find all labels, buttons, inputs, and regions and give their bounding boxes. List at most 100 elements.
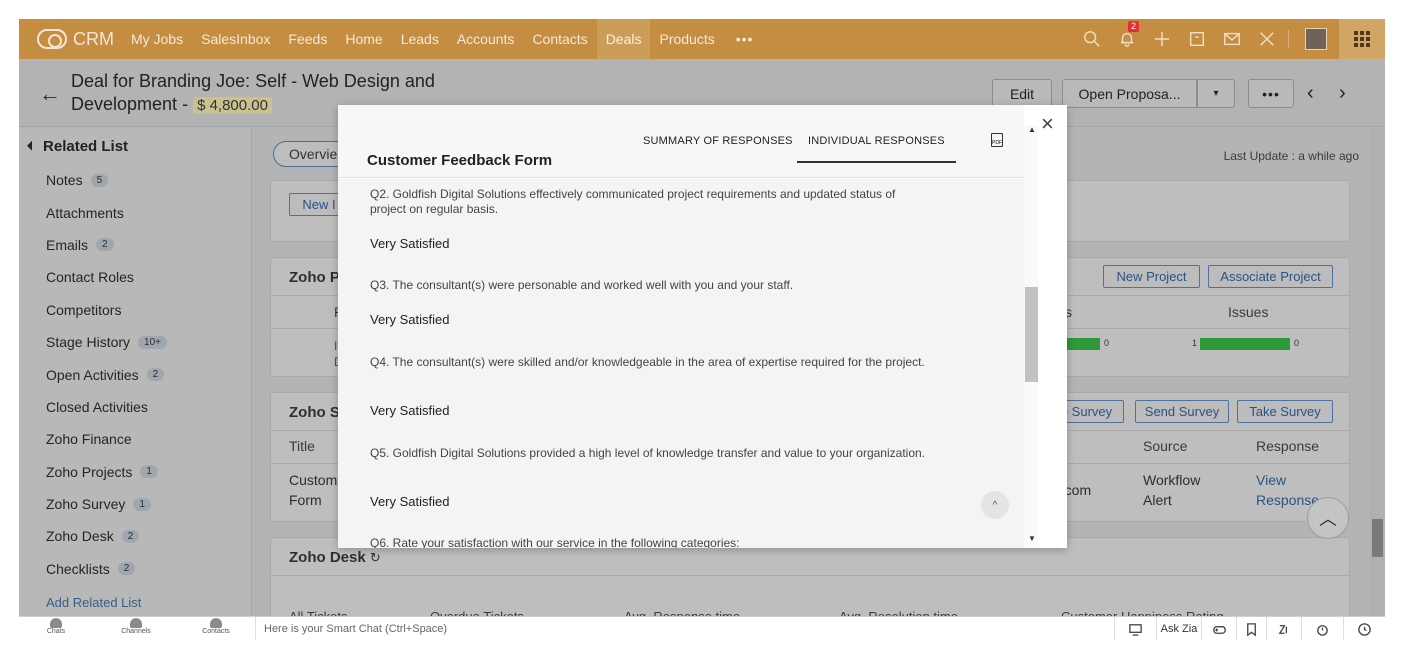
scroll-to-top-button[interactable]: ︿ [1307, 497, 1349, 539]
tab-summary-of-responses[interactable]: SUMMARY OF RESPONSES [643, 135, 793, 147]
tools-icon[interactable] [1249, 19, 1284, 59]
question-text: Q5. Goldfish Digital Solutions provided … [370, 446, 925, 460]
modal-scrollbar-thumb[interactable] [1025, 287, 1038, 382]
column-header-source: Source [1143, 438, 1188, 454]
scroll-down-arrow-icon[interactable]: ▼ [1028, 534, 1036, 543]
new-project-button[interactable]: New Project [1103, 265, 1200, 288]
count-badge: 10+ [138, 335, 168, 349]
ask-zia-button[interactable]: Ask Zia [1156, 617, 1201, 640]
sidebar-item-label: Zoho Desk [46, 528, 114, 545]
bookmark-icon[interactable] [1236, 617, 1266, 640]
answer-text: Very Satisfied [370, 494, 450, 509]
associate-project-button[interactable]: Associate Project [1208, 265, 1333, 288]
brand-name: CRM [73, 28, 114, 49]
crm-logo-icon [37, 29, 67, 49]
nav-item-accounts[interactable]: Accounts [448, 19, 524, 59]
sidebar-item-zoho-finance[interactable]: Zoho Finance [19, 423, 251, 455]
responses-body: Q2. Goldfish Digital Solutions effective… [338, 179, 1024, 548]
more-actions-button[interactable]: ••• [1248, 79, 1294, 108]
nav-item-contacts[interactable]: Contacts [523, 19, 596, 59]
open-proposal-button[interactable]: Open Proposa... [1062, 79, 1197, 108]
contacts-icon [210, 618, 222, 628]
refresh-icon[interactable]: ↻ [370, 550, 381, 565]
smart-chat-input[interactable]: Here is your Smart Chat (Ctrl+Space) [255, 617, 1075, 640]
zoho-survey-title: Zoho S [289, 404, 340, 421]
nav-item-products[interactable]: Products [650, 19, 723, 59]
page-scrollbar[interactable] [1370, 128, 1385, 616]
column-header-response: Response [1256, 438, 1320, 454]
sidebar-item-contact-roles[interactable]: Contact Roles [19, 261, 251, 293]
sidebar-item-label: Open Activities [46, 366, 139, 383]
sidebar-item-notes[interactable]: Notes 5 [19, 164, 251, 196]
avatar[interactable] [1305, 28, 1327, 50]
sidebar-item-attachments[interactable]: Attachments [19, 196, 251, 228]
tab-individual-responses[interactable]: INDIVIDUAL RESPONSES [797, 135, 956, 163]
plus-icon[interactable] [1144, 19, 1179, 59]
count-badge: 2 [117, 562, 136, 576]
zoho-projects-title: Zoho P [289, 269, 340, 286]
modal-scrollbar[interactable]: ▲ ▼ [1024, 125, 1039, 548]
send-survey-button[interactable]: Send Survey [1135, 400, 1229, 423]
next-record-icon[interactable]: › [1339, 82, 1346, 105]
screen-share-icon[interactable] [1114, 617, 1156, 640]
close-icon[interactable]: × [1041, 111, 1054, 137]
mail-icon[interactable] [1214, 19, 1249, 59]
sidebar-item-label: Zoho Finance [46, 431, 132, 448]
gamepad-icon[interactable] [1201, 617, 1236, 640]
back-arrow-icon[interactable]: ← [39, 81, 61, 107]
bell-icon[interactable]: 2 [1109, 19, 1144, 59]
scroll-up-button[interactable]: ^ [981, 491, 1009, 519]
alarm-icon[interactable] [1301, 617, 1343, 640]
scrollbar-thumb[interactable] [1372, 519, 1383, 557]
nav-more-button[interactable]: ••• [724, 31, 766, 47]
view-response-link[interactable]: View Response [1256, 470, 1319, 510]
nav-item-deals[interactable]: Deals [596, 19, 651, 59]
sidebar-item-zoho-projects[interactable]: Zoho Projects 1 [19, 456, 251, 488]
sidebar-item-zoho-desk[interactable]: Zoho Desk 2 [19, 520, 251, 552]
calendar-icon[interactable] [1179, 19, 1214, 59]
deal-title-line1: Deal for Branding Joe: Self - Web Design… [71, 71, 435, 91]
nav-item-feeds[interactable]: Feeds [279, 19, 336, 59]
nav-item-leads[interactable]: Leads [392, 19, 448, 59]
sidebar-item-zoho-survey[interactable]: Zoho Survey 1 [19, 488, 251, 520]
history-icon[interactable] [1343, 617, 1385, 640]
nav-item-salesinbox[interactable]: SalesInbox [192, 19, 279, 59]
survey-source-cell: Workflow Alert [1143, 472, 1201, 508]
crm-window: CRM My Jobs SalesInbox Feeds Home Leads … [19, 19, 1385, 640]
crm-logo[interactable]: CRM [19, 29, 114, 50]
zia-icon[interactable] [1266, 617, 1301, 640]
pdf-download-icon[interactable]: PDF [991, 133, 1003, 147]
sidebar-item-label: Attachments [46, 204, 124, 221]
answer-text: Very Satisfied [370, 403, 450, 418]
sidebar-item-stage-history[interactable]: Stage History 10+ [19, 326, 251, 358]
sidebar-item-competitors[interactable]: Competitors [19, 294, 251, 326]
tab-contacts[interactable]: Contacts [181, 618, 251, 640]
top-navigation-bar: CRM My Jobs SalesInbox Feeds Home Leads … [19, 19, 1385, 59]
sidebar-item-emails[interactable]: Emails 2 [19, 229, 251, 261]
nav-item-home[interactable]: Home [336, 19, 391, 59]
scroll-up-arrow-icon[interactable]: ▲ [1028, 125, 1036, 134]
count-badge: 1 [140, 465, 158, 479]
take-survey-button[interactable]: Take Survey [1237, 400, 1333, 423]
tab-channels[interactable]: Channels [101, 618, 171, 640]
sidebar-item-checklists[interactable]: Checklists 2 [19, 553, 251, 585]
deal-title-dash: - [177, 94, 194, 114]
sidebar-item-open-activities[interactable]: Open Activities 2 [19, 358, 251, 390]
sidebar-item-closed-activities[interactable]: Closed Activities [19, 391, 251, 423]
collapse-sidebar-icon[interactable]: ⏴ [27, 139, 33, 154]
apps-grid-icon[interactable] [1339, 19, 1385, 59]
tab-chats[interactable]: Chats [21, 618, 91, 640]
notification-count-badge: 2 [1128, 21, 1140, 32]
edit-button[interactable]: Edit [992, 79, 1052, 108]
sidebar-item-label: Contact Roles [46, 269, 134, 286]
add-related-list-link[interactable]: Add Related List [19, 595, 251, 610]
count-badge: 2 [146, 368, 165, 382]
proposal-dropdown-button[interactable]: ▾ [1197, 79, 1235, 108]
question-text: Q4. The consultant(s) were skilled and/o… [370, 355, 925, 369]
nav-item-my-jobs[interactable]: My Jobs [122, 19, 192, 59]
column-header-issues: Issues [1228, 304, 1269, 320]
answer-text: Very Satisfied [370, 236, 450, 251]
search-icon[interactable] [1074, 19, 1109, 59]
sidebar-item-label: Closed Activities [46, 398, 148, 415]
previous-record-icon[interactable]: ‹ [1307, 82, 1314, 105]
